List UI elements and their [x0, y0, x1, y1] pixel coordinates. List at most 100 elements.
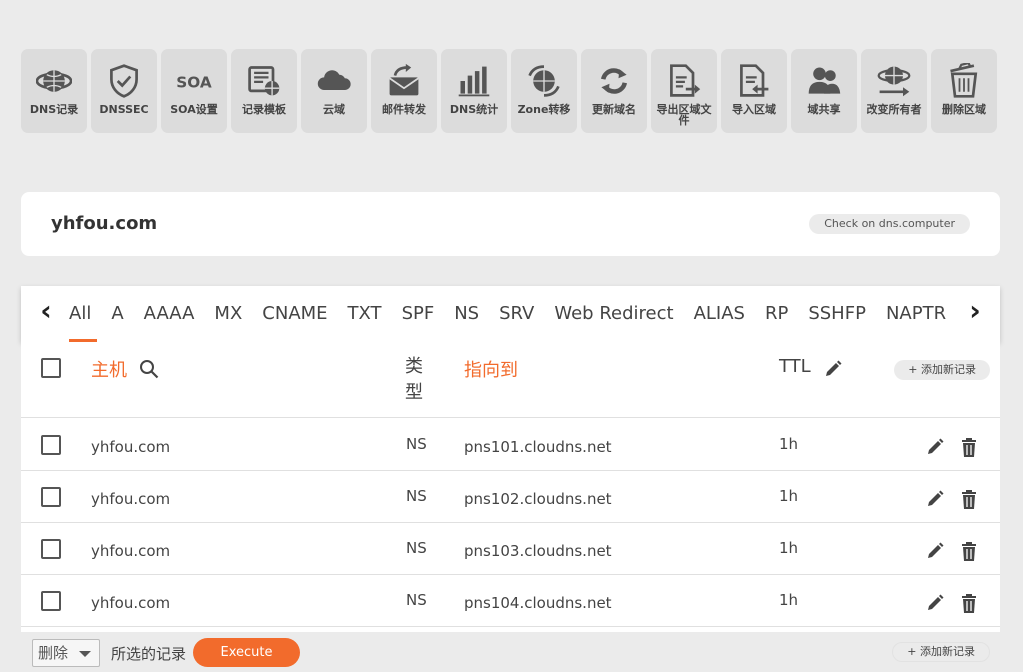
- row-host: yhfou.com: [91, 542, 171, 560]
- refresh-icon: [595, 62, 633, 100]
- row-checkbox[interactable]: [41, 539, 61, 559]
- check-on-dns-computer-button[interactable]: Check on dns.computer: [809, 214, 970, 234]
- domain-name: yhfou.com: [51, 213, 158, 234]
- tab-srv[interactable]: SRV: [499, 286, 534, 342]
- toolbar-delete-zone[interactable]: 删除区域: [931, 49, 997, 133]
- tab-sshfp[interactable]: SSHFP: [808, 286, 866, 342]
- table-row: yhfou.com NS pns103.cloudns.net 1h: [21, 523, 1000, 575]
- select-all-checkbox[interactable]: [41, 358, 61, 378]
- records-table: 主机 类型 指向到 TTL + 添加新记录 yhfou.com NS pns10…: [21, 342, 1000, 632]
- toolbar-label: 导入区域: [732, 103, 776, 116]
- toolbar-label: Zone转移: [517, 103, 571, 116]
- column-header-host[interactable]: 主机: [91, 356, 127, 382]
- add-record-button[interactable]: + 添加新记录: [894, 360, 990, 380]
- table-row: yhfou.com NS pns104.cloudns.net 1h: [21, 575, 1000, 627]
- tab-cname[interactable]: CNAME: [262, 286, 327, 342]
- toolbar-mail-forwarding[interactable]: 邮件转发: [371, 49, 437, 133]
- tab-rp[interactable]: RP: [765, 286, 788, 342]
- trash-icon[interactable]: [959, 540, 979, 562]
- tab-a[interactable]: A: [111, 286, 123, 342]
- toolbar-update-domain[interactable]: 更新域名: [581, 49, 647, 133]
- row-host: yhfou.com: [91, 594, 171, 612]
- table-row: yhfou.com NS pns102.cloudns.net 1h: [21, 471, 1000, 523]
- execute-button[interactable]: Execute: [193, 638, 300, 667]
- toolbar-zone-transfer[interactable]: Zone转移: [511, 49, 577, 133]
- trash-icon[interactable]: [959, 488, 979, 510]
- toolbar-soa-settings[interactable]: SOA SOA设置: [161, 49, 227, 133]
- toolbar: DNS记录 DNSSEC SOA SOA设置 记录模板 云域 邮件转发 DNS统…: [21, 49, 997, 133]
- toolbar-dns-stats[interactable]: DNS统计: [441, 49, 507, 133]
- toolbar-label: 删除区域: [942, 103, 986, 116]
- tab-aaaa[interactable]: AAAA: [144, 286, 195, 342]
- row-type: NS: [406, 487, 427, 505]
- tab-spf[interactable]: SPF: [402, 286, 435, 342]
- toolbar-label: DNS记录: [29, 103, 79, 116]
- row-type: NS: [406, 539, 427, 557]
- toolbar-cloud-domain[interactable]: 云域: [301, 49, 367, 133]
- toolbar-label: SOA设置: [170, 103, 218, 116]
- toolbar-dns-records[interactable]: DNS记录: [21, 49, 87, 133]
- footer-add-record-button[interactable]: + 添加新记录: [892, 642, 990, 662]
- bar-chart-icon: [455, 62, 493, 100]
- template-icon: [245, 62, 283, 100]
- tab-mx[interactable]: MX: [214, 286, 242, 342]
- row-ttl: 1h: [779, 539, 799, 557]
- pencil-icon[interactable]: [925, 541, 945, 561]
- change-owner-icon: [875, 62, 913, 100]
- cloud-icon: [315, 62, 353, 100]
- zone-transfer-icon: [525, 62, 563, 100]
- toolbar-domain-sharing[interactable]: 域共享: [791, 49, 857, 133]
- pencil-icon[interactable]: [925, 593, 945, 613]
- row-checkbox[interactable]: [41, 591, 61, 611]
- column-header-type: 类型: [405, 356, 423, 403]
- tab-naptr[interactable]: NAPTR: [886, 286, 946, 342]
- toolbar-record-templates[interactable]: 记录模板: [231, 49, 297, 133]
- toolbar-dnssec[interactable]: DNSSEC: [91, 49, 157, 133]
- domain-card: yhfou.com Check on dns.computer: [21, 192, 1000, 256]
- toolbar-label: DNS统计: [449, 103, 499, 116]
- pencil-icon[interactable]: [925, 437, 945, 457]
- trash-icon: [945, 62, 983, 100]
- tab-all[interactable]: All: [69, 286, 98, 342]
- row-type: NS: [406, 591, 427, 609]
- column-header-ttl: TTL: [779, 356, 811, 377]
- mail-forward-icon: [385, 62, 423, 100]
- column-header-points-to[interactable]: 指向到: [464, 356, 518, 382]
- row-host: yhfou.com: [91, 438, 171, 456]
- import-file-icon: [735, 62, 773, 100]
- tab-ns[interactable]: NS: [454, 286, 479, 342]
- row-points-to: pns101.cloudns.net: [464, 438, 612, 456]
- pencil-icon[interactable]: [925, 489, 945, 509]
- row-points-to: pns102.cloudns.net: [464, 490, 612, 508]
- tab-web-redirect[interactable]: Web Redirect: [554, 286, 673, 342]
- search-icon[interactable]: [138, 358, 160, 380]
- selected-records-label: 所选的记录: [111, 645, 187, 663]
- tab-txt[interactable]: TXT: [348, 286, 382, 342]
- toolbar-label: 邮件转发: [382, 103, 426, 116]
- trash-icon[interactable]: [959, 436, 979, 458]
- row-type: NS: [406, 435, 427, 453]
- toolbar-import-zone[interactable]: 导入区域: [721, 49, 787, 133]
- toolbar-label: 更新域名: [592, 103, 636, 116]
- chevron-down-icon: [79, 651, 91, 657]
- toolbar-label: 记录模板: [242, 103, 286, 116]
- row-ttl: 1h: [779, 487, 799, 505]
- trash-icon[interactable]: [959, 592, 979, 614]
- toolbar-export-zone[interactable]: 导出区域文件: [651, 49, 717, 133]
- table-row: yhfou.com NS pns101.cloudns.net 1h: [21, 419, 1000, 471]
- toolbar-change-owner[interactable]: 改变所有者: [861, 49, 927, 133]
- row-checkbox[interactable]: [41, 487, 61, 507]
- soa-icon: SOA: [175, 62, 213, 100]
- tabs-prev-arrow-icon[interactable]: ‹: [31, 297, 61, 328]
- row-ttl: 1h: [779, 591, 799, 609]
- tabs-next-arrow-icon[interactable]: ›: [960, 297, 990, 328]
- tabs-viewport: All A AAAA MX CNAME TXT SPF NS SRV Web R…: [69, 286, 952, 342]
- row-points-to: pns104.cloudns.net: [464, 594, 612, 612]
- shield-check-icon: [105, 62, 143, 100]
- row-checkbox[interactable]: [41, 435, 61, 455]
- row-host: yhfou.com: [91, 490, 171, 508]
- bulk-action-select[interactable]: 删除: [32, 639, 100, 667]
- bulk-action-value: 删除: [38, 644, 69, 662]
- pencil-icon[interactable]: [823, 359, 843, 379]
- tab-alias[interactable]: ALIAS: [694, 286, 745, 342]
